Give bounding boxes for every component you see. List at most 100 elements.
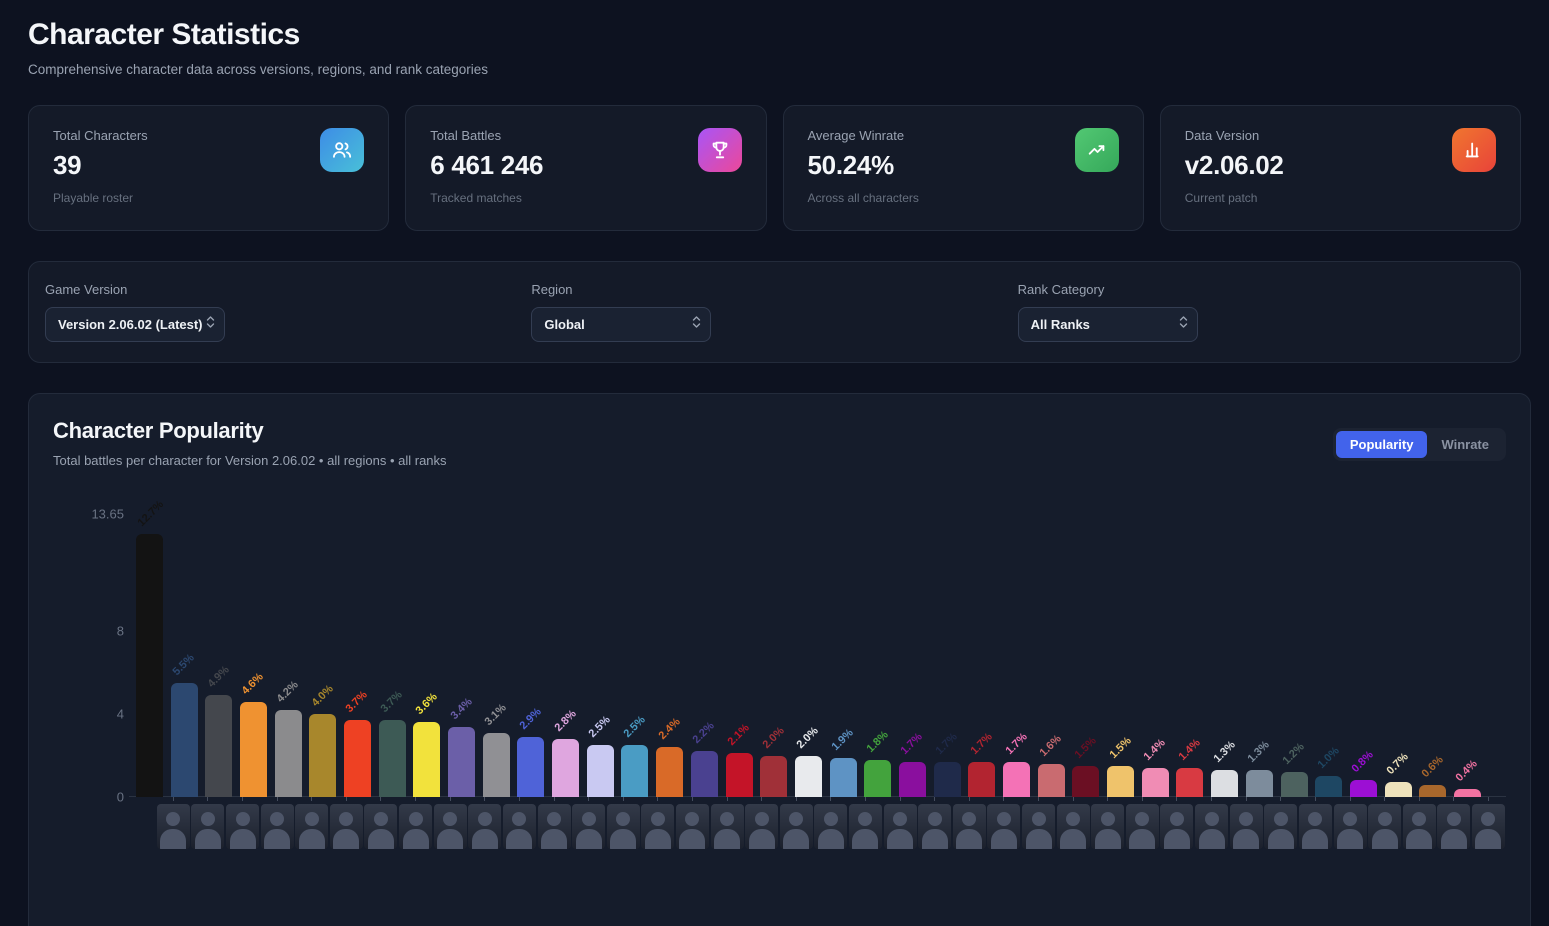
stat-label: Total Characters (53, 128, 148, 143)
bar-value-label: 2.9% (517, 705, 544, 732)
bar[interactable] (1107, 766, 1135, 797)
stat-label: Data Version (1184, 128, 1260, 143)
bar-slot: 2.4% (652, 514, 687, 797)
bar[interactable] (448, 727, 476, 797)
tick-slot (1090, 797, 1125, 801)
bar[interactable] (760, 756, 788, 797)
bar[interactable] (274, 710, 302, 797)
tick-slot (294, 797, 329, 801)
bar[interactable] (135, 534, 163, 797)
character-avatar (399, 804, 433, 849)
bar[interactable] (1384, 782, 1412, 797)
character-avatar (1437, 804, 1471, 849)
trophy-icon (697, 128, 742, 172)
bar[interactable] (621, 745, 649, 797)
stat-value: 50.24% (807, 150, 895, 180)
bar-value-label: 2.1% (725, 721, 752, 748)
bar[interactable] (1280, 772, 1308, 797)
bar[interactable] (205, 695, 233, 797)
bar[interactable] (586, 745, 614, 797)
bar[interactable] (794, 756, 822, 797)
bar[interactable] (1072, 766, 1100, 797)
bar[interactable] (898, 762, 926, 797)
bar[interactable] (517, 737, 545, 797)
bar-slot: 4.2% (271, 514, 306, 797)
bar-slot: 2.0% (791, 514, 826, 797)
rank-category-select[interactable]: All Ranks (1017, 307, 1198, 342)
game-version-select[interactable]: Version 2.06.02 (Latest) (45, 307, 225, 342)
tick-slot (1333, 797, 1368, 801)
bar[interactable] (1037, 764, 1065, 797)
tick-slot (710, 797, 745, 801)
bar[interactable] (343, 720, 371, 797)
popularity-tab[interactable]: Popularity (1335, 431, 1428, 458)
bar[interactable] (482, 733, 510, 797)
x-tick (1176, 797, 1178, 801)
chart-subtitle: Total battles per character for Version … (53, 453, 447, 468)
bar[interactable] (170, 683, 198, 797)
bar-slot: 5.5% (167, 514, 202, 797)
bar[interactable] (1141, 768, 1169, 797)
tick-slot (1367, 797, 1402, 801)
bar[interactable] (378, 720, 406, 797)
avatar-slot (329, 804, 364, 849)
bar-value-label: 0.6% (1419, 753, 1446, 780)
character-avatar (1195, 804, 1229, 849)
bar-value-label: 1.4% (1141, 736, 1169, 763)
bar-slot: 1.8% (860, 514, 895, 797)
bar[interactable] (1245, 770, 1273, 797)
bar-value-label: 2.4% (656, 715, 683, 742)
filter-region: Region Global (531, 282, 1017, 342)
bar-chart-icon (1452, 128, 1496, 172)
character-avatar (537, 804, 571, 849)
bar[interactable] (690, 751, 718, 797)
tick-slot (883, 797, 918, 801)
tick-slot (641, 797, 676, 801)
bar-value-label: 0.4% (1453, 757, 1481, 784)
winrate-tab[interactable]: Winrate (1427, 431, 1503, 458)
bar-value-label: 1.6% (1037, 732, 1064, 759)
bar[interactable] (933, 762, 961, 797)
x-tick (1245, 797, 1247, 801)
bar[interactable] (1003, 762, 1031, 797)
bar[interactable] (1211, 770, 1239, 797)
bar-value-label: 0.7% (1384, 750, 1411, 777)
bar[interactable] (864, 760, 892, 797)
bar-value-label: 1.9% (829, 726, 856, 753)
region-select[interactable]: Global (531, 307, 712, 342)
stat-card-total-characters: Total Characters 39 Playable roster (28, 105, 390, 231)
x-tick (518, 797, 520, 801)
bar[interactable] (1315, 776, 1343, 797)
bar[interactable] (656, 747, 684, 797)
x-tick (415, 797, 417, 801)
bar[interactable] (1419, 785, 1447, 797)
stat-sub: Across all characters (807, 191, 919, 205)
x-tick (795, 797, 797, 801)
bar[interactable] (552, 739, 580, 797)
bar[interactable] (239, 702, 267, 797)
bar-value-label: 1.7% (898, 730, 926, 757)
y-tick-label: 8 (116, 623, 124, 639)
bar[interactable] (725, 753, 753, 797)
avatar-slot (744, 804, 779, 849)
character-avatar (295, 804, 329, 849)
tick-slot (917, 797, 952, 801)
x-tick (726, 797, 728, 801)
bar-slot: 1.2% (1277, 514, 1312, 797)
bar[interactable] (309, 714, 337, 797)
bar[interactable] (1176, 768, 1204, 797)
x-tick (691, 797, 693, 801)
bar[interactable] (413, 722, 441, 797)
bar-value-label: 4.2% (274, 678, 301, 705)
bar[interactable] (968, 762, 996, 797)
chart-title: Character Popularity (53, 418, 264, 443)
bar-slot: 1.7% (895, 514, 930, 797)
stat-card-data-version: Data Version v2.06.02 Current patch (1159, 105, 1521, 231)
bar[interactable] (1453, 789, 1481, 797)
bar[interactable] (1349, 780, 1377, 797)
x-tick (1003, 797, 1005, 801)
filter-game-version: Game Version Version 2.06.02 (Latest) (45, 282, 531, 342)
bar[interactable] (829, 758, 857, 797)
character-avatar (226, 804, 260, 849)
bar-slot: 3.4% (444, 514, 479, 797)
